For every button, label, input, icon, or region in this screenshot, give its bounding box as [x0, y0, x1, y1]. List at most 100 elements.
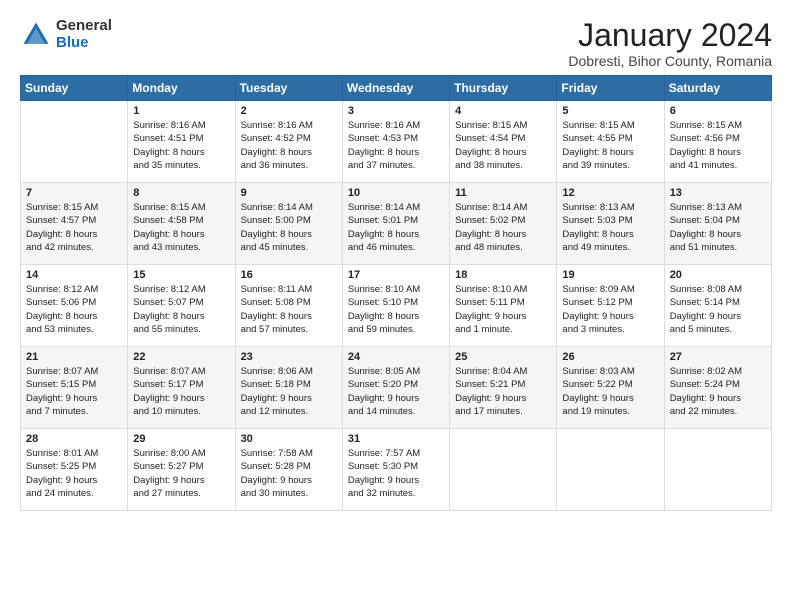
- day-number: 28: [26, 433, 122, 445]
- day-number: 10: [348, 187, 444, 199]
- calendar-cell: 25 Sunrise: 8:04 AM Sunset: 5:21 PM Dayli…: [450, 347, 557, 429]
- day-info: Sunrise: 8:15 AM Sunset: 4:55 PM Dayligh…: [562, 119, 658, 172]
- day-info: Sunrise: 7:57 AM Sunset: 5:30 PM Dayligh…: [348, 447, 444, 500]
- day-info: Sunrise: 8:10 AM Sunset: 5:10 PM Dayligh…: [348, 283, 444, 336]
- title-block: January 2024 Dobresti, Bihor County, Rom…: [568, 18, 772, 69]
- calendar-cell: 20Sunrise: 8:08 AM Sunset: 5:14 PM Dayli…: [664, 265, 771, 347]
- page: General Blue January 2024 Dobresti, Biho…: [0, 0, 792, 612]
- day-info: Sunrise: 8:14 AM Sunset: 5:00 PM Dayligh…: [241, 201, 337, 254]
- day-header-sunday: Sunday: [21, 76, 128, 101]
- day-number: 21: [26, 351, 122, 363]
- day-number: 18: [455, 269, 551, 281]
- calendar-cell: 12Sunrise: 8:13 AM Sunset: 5:03 PM Dayli…: [557, 183, 664, 265]
- day-number: 6: [670, 105, 766, 117]
- calendar-cell: 22 Sunrise: 8:07 AM Sunset: 5:17 PM Dayli…: [128, 347, 235, 429]
- day-number: 20: [670, 269, 766, 281]
- day-number: 4: [455, 105, 551, 117]
- week-row-3: 21 Sunrise: 8:07 AM Sunset: 5:15 PM Dayli…: [21, 347, 772, 429]
- day-info: Sunrise: 8:06 AM Sunset: 5:18 PM Dayligh…: [241, 365, 337, 418]
- day-info: Sunrise: 8:12 AM Sunset: 5:06 PM Dayligh…: [26, 283, 122, 336]
- calendar-cell: 1 Sunrise: 8:16 AM Sunset: 4:51 PM Daylig…: [128, 101, 235, 183]
- day-number: 30: [241, 433, 337, 445]
- calendar-cell: 15 Sunrise: 8:12 AM Sunset: 5:07 PM Dayli…: [128, 265, 235, 347]
- day-info: Sunrise: 8:07 AM Sunset: 5:15 PM Dayligh…: [26, 365, 122, 418]
- calendar-cell: 9 Sunrise: 8:14 AM Sunset: 5:00 PM Daylig…: [235, 183, 342, 265]
- day-number: 14: [26, 269, 122, 281]
- logo-general-text: General: [56, 18, 112, 35]
- day-info: Sunrise: 8:15 AM Sunset: 4:57 PM Dayligh…: [26, 201, 122, 254]
- day-info: Sunrise: 8:16 AM Sunset: 4:51 PM Dayligh…: [133, 119, 229, 172]
- day-info: Sunrise: 8:04 AM Sunset: 5:21 PM Dayligh…: [455, 365, 551, 418]
- week-row-1: 7 Sunrise: 8:15 AM Sunset: 4:57 PM Daylig…: [21, 183, 772, 265]
- logo-blue-text: Blue: [56, 35, 112, 52]
- day-info: Sunrise: 8:00 AM Sunset: 5:27 PM Dayligh…: [133, 447, 229, 500]
- calendar-cell: 10 Sunrise: 8:14 AM Sunset: 5:01 PM Dayli…: [342, 183, 449, 265]
- day-number: 23: [241, 351, 337, 363]
- calendar-title: January 2024: [568, 18, 772, 53]
- calendar-cell: 31Sunrise: 7:57 AM Sunset: 5:30 PM Dayli…: [342, 429, 449, 511]
- day-number: 24: [348, 351, 444, 363]
- calendar-cell: [21, 101, 128, 183]
- day-number: 1: [133, 105, 229, 117]
- day-number: 25: [455, 351, 551, 363]
- day-info: Sunrise: 8:07 AM Sunset: 5:17 PM Dayligh…: [133, 365, 229, 418]
- day-number: 19: [562, 269, 658, 281]
- logo-text: General Blue: [56, 18, 112, 51]
- calendar-cell: 27 Sunrise: 8:02 AM Sunset: 5:24 PM Dayli…: [664, 347, 771, 429]
- calendar-cell: 2 Sunrise: 8:16 AM Sunset: 4:52 PM Daylig…: [235, 101, 342, 183]
- calendar-cell: 5Sunrise: 8:15 AM Sunset: 4:55 PM Daylig…: [557, 101, 664, 183]
- day-number: 15: [133, 269, 229, 281]
- calendar-cell: 28 Sunrise: 8:01 AM Sunset: 5:25 PM Dayli…: [21, 429, 128, 511]
- week-row-2: 14 Sunrise: 8:12 AM Sunset: 5:06 PM Dayli…: [21, 265, 772, 347]
- day-number: 27: [670, 351, 766, 363]
- day-header-wednesday: Wednesday: [342, 76, 449, 101]
- day-info: Sunrise: 8:15 AM Sunset: 4:58 PM Dayligh…: [133, 201, 229, 254]
- day-number: 13: [670, 187, 766, 199]
- day-header-thursday: Thursday: [450, 76, 557, 101]
- day-info: Sunrise: 8:14 AM Sunset: 5:01 PM Dayligh…: [348, 201, 444, 254]
- calendar-cell: 11Sunrise: 8:14 AM Sunset: 5:02 PM Dayli…: [450, 183, 557, 265]
- calendar-cell: 17Sunrise: 8:10 AM Sunset: 5:10 PM Dayli…: [342, 265, 449, 347]
- day-number: 2: [241, 105, 337, 117]
- day-number: 3: [348, 105, 444, 117]
- day-info: Sunrise: 8:14 AM Sunset: 5:02 PM Dayligh…: [455, 201, 551, 254]
- calendar-subtitle: Dobresti, Bihor County, Romania: [568, 53, 772, 69]
- day-info: Sunrise: 8:02 AM Sunset: 5:24 PM Dayligh…: [670, 365, 766, 418]
- header: General Blue January 2024 Dobresti, Biho…: [20, 18, 772, 69]
- day-info: Sunrise: 8:03 AM Sunset: 5:22 PM Dayligh…: [562, 365, 658, 418]
- day-header-saturday: Saturday: [664, 76, 771, 101]
- day-info: Sunrise: 8:15 AM Sunset: 4:56 PM Dayligh…: [670, 119, 766, 172]
- day-info: Sunrise: 8:01 AM Sunset: 5:25 PM Dayligh…: [26, 447, 122, 500]
- days-header-row: SundayMondayTuesdayWednesdayThursdayFrid…: [21, 76, 772, 101]
- day-number: 12: [562, 187, 658, 199]
- day-info: Sunrise: 8:09 AM Sunset: 5:12 PM Dayligh…: [562, 283, 658, 336]
- day-number: 7: [26, 187, 122, 199]
- week-row-4: 28 Sunrise: 8:01 AM Sunset: 5:25 PM Dayli…: [21, 429, 772, 511]
- day-number: 22: [133, 351, 229, 363]
- week-row-0: 1 Sunrise: 8:16 AM Sunset: 4:51 PM Daylig…: [21, 101, 772, 183]
- day-info: Sunrise: 8:13 AM Sunset: 5:04 PM Dayligh…: [670, 201, 766, 254]
- day-number: 8: [133, 187, 229, 199]
- calendar-cell: 24Sunrise: 8:05 AM Sunset: 5:20 PM Dayli…: [342, 347, 449, 429]
- calendar-cell: 16 Sunrise: 8:11 AM Sunset: 5:08 PM Dayli…: [235, 265, 342, 347]
- day-number: 29: [133, 433, 229, 445]
- logo: General Blue: [20, 18, 112, 51]
- calendar-table: SundayMondayTuesdayWednesdayThursdayFrid…: [20, 75, 772, 511]
- calendar-cell: 4Sunrise: 8:15 AM Sunset: 4:54 PM Daylig…: [450, 101, 557, 183]
- day-info: Sunrise: 8:11 AM Sunset: 5:08 PM Dayligh…: [241, 283, 337, 336]
- day-header-tuesday: Tuesday: [235, 76, 342, 101]
- calendar-cell: [664, 429, 771, 511]
- day-number: 16: [241, 269, 337, 281]
- calendar-cell: 26 Sunrise: 8:03 AM Sunset: 5:22 PM Dayli…: [557, 347, 664, 429]
- calendar-cell: 21 Sunrise: 8:07 AM Sunset: 5:15 PM Dayli…: [21, 347, 128, 429]
- day-info: Sunrise: 7:58 AM Sunset: 5:28 PM Dayligh…: [241, 447, 337, 500]
- day-number: 9: [241, 187, 337, 199]
- day-info: Sunrise: 8:12 AM Sunset: 5:07 PM Dayligh…: [133, 283, 229, 336]
- day-info: Sunrise: 8:16 AM Sunset: 4:52 PM Dayligh…: [241, 119, 337, 172]
- day-header-monday: Monday: [128, 76, 235, 101]
- day-number: 26: [562, 351, 658, 363]
- calendar-cell: 13 Sunrise: 8:13 AM Sunset: 5:04 PM Dayli…: [664, 183, 771, 265]
- day-header-friday: Friday: [557, 76, 664, 101]
- calendar-cell: 29 Sunrise: 8:00 AM Sunset: 5:27 PM Dayli…: [128, 429, 235, 511]
- calendar-cell: 18Sunrise: 8:10 AM Sunset: 5:11 PM Dayli…: [450, 265, 557, 347]
